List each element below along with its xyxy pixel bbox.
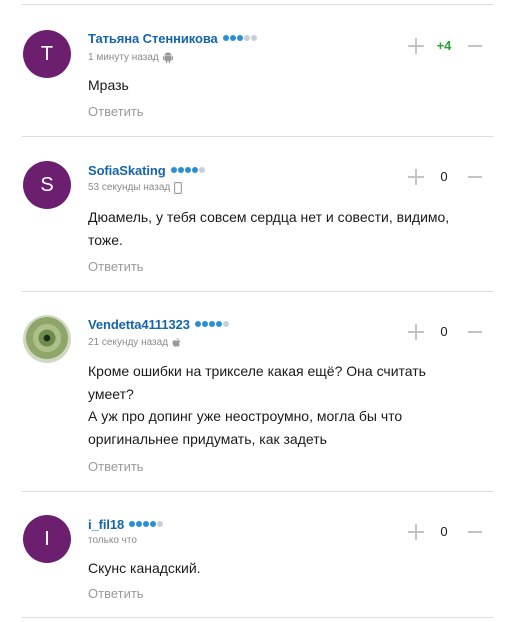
rating-dot [143, 521, 150, 527]
comment-text: Кроме ошибки на трикселе какая ещё? Она … [88, 360, 483, 450]
divider [22, 491, 493, 492]
apple-icon [172, 337, 182, 349]
comment-text: Дюамель, у тебя совсем сердца нет и сове… [88, 206, 483, 251]
rating-dot [229, 35, 236, 41]
divider [22, 136, 493, 137]
comment-line: оригинальнее придумать, как задеть [88, 430, 327, 447]
rating-dot [150, 521, 157, 527]
rating-dot [250, 35, 257, 41]
rating-dot [170, 167, 177, 173]
rating-dot [191, 167, 198, 173]
vote-score: 0 [440, 524, 448, 539]
upvote-plus-icon[interactable] [408, 169, 424, 185]
rating-dot [222, 321, 229, 327]
comment-line: умеет? [88, 385, 134, 402]
avatar-letter: Т [40, 42, 54, 65]
reply-button[interactable]: Ответить [88, 459, 144, 474]
comment-author-link[interactable]: i_fil18 [88, 517, 124, 532]
rating-dot [243, 35, 250, 41]
rating-dot [184, 167, 191, 173]
avatar[interactable] [23, 315, 71, 363]
comment-line: тоже. [88, 231, 123, 248]
rating-dot [177, 167, 184, 173]
rating-dot [201, 321, 208, 327]
downvote-minus-icon[interactable] [468, 45, 482, 47]
downvote-minus-icon[interactable] [468, 176, 482, 178]
comment-text: Скунс канадский. [88, 557, 483, 580]
comment-timestamp: 21 секунду назад [88, 337, 169, 348]
vote-controls: 0 [405, 524, 485, 540]
comment-line: Мразь [88, 77, 129, 93]
comment-line: Кроме ошибки на трикселе какая ещё? Она … [88, 363, 426, 379]
rating-dot [222, 35, 229, 41]
user-rating-dots [170, 167, 205, 173]
upvote-plus-icon[interactable] [408, 38, 424, 54]
vote-score: 0 [440, 324, 448, 339]
divider [22, 4, 493, 5]
user-rating-dots [129, 521, 164, 527]
reply-button[interactable]: Ответить [88, 104, 144, 119]
rating-dot [157, 521, 164, 527]
rating-dot [129, 521, 136, 527]
vote-score: 0 [440, 169, 448, 184]
user-rating-dots [194, 321, 229, 327]
upvote-plus-icon[interactable] [408, 324, 424, 340]
mobile-phone-icon [174, 181, 183, 194]
avatar-letter: I [44, 527, 50, 550]
comment-line: А уж про допинг уже неостроумно, могла б… [88, 408, 403, 424]
avatar-letter: S [40, 173, 54, 196]
rating-dot [215, 321, 222, 327]
comment-author-link[interactable]: Татьяна Стенникова [88, 31, 218, 46]
user-rating-dots [222, 35, 257, 41]
comment-timestamp: 53 секунды назад [88, 182, 171, 193]
comment-line: Скунс канадский. [88, 560, 201, 576]
downvote-minus-icon[interactable] [468, 531, 482, 533]
rating-dot [208, 321, 215, 327]
comment-line: Дюамель, у тебя совсем сердца нет и сове… [88, 209, 450, 225]
comment-author-link[interactable]: SofiaSkating [88, 163, 166, 178]
vote-score: +4 [436, 38, 452, 53]
avatar[interactable]: S [23, 161, 71, 209]
divider [22, 617, 493, 618]
reply-button[interactable]: Ответить [88, 586, 144, 601]
upvote-plus-icon[interactable] [408, 524, 424, 540]
downvote-minus-icon[interactable] [468, 331, 482, 333]
comment-author-link[interactable]: Vendetta4111323 [88, 317, 190, 332]
comment-text: Мразь [88, 74, 483, 97]
comment-timestamp: только что [88, 535, 137, 546]
vote-controls: 0 [405, 324, 485, 340]
divider [22, 291, 493, 292]
rating-dot [136, 521, 143, 527]
avatar[interactable]: Т [23, 30, 71, 78]
rating-dot [198, 167, 205, 173]
comment-timestamp: 1 минуту назад [88, 52, 159, 63]
android-icon [162, 52, 173, 63]
vote-controls: +4 [405, 38, 485, 54]
rating-dot [236, 35, 243, 41]
vote-controls: 0 [405, 169, 485, 185]
avatar[interactable]: I [23, 515, 71, 563]
reply-button[interactable]: Ответить [88, 259, 144, 274]
rating-dot [194, 321, 201, 327]
